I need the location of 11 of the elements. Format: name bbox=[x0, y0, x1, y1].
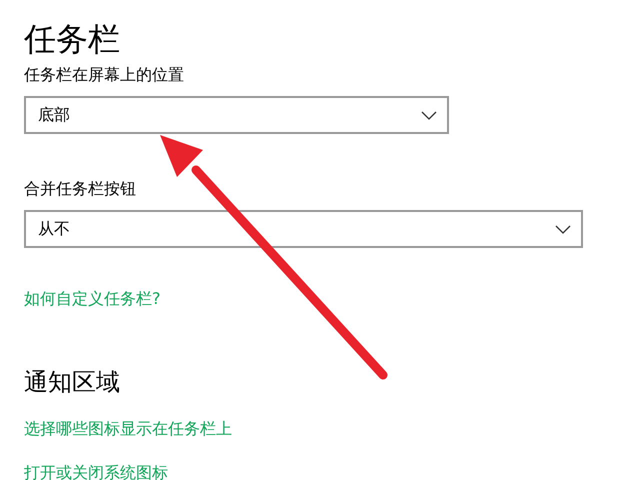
field-label: 任务栏在屏幕上的位置 bbox=[24, 64, 185, 86]
chevron-down-icon bbox=[555, 224, 571, 234]
settings-link[interactable]: 选择哪些图标显示在任务栏上 bbox=[24, 418, 232, 440]
section-heading: 通知区域 bbox=[24, 367, 121, 398]
field-label: 合并任务栏按钮 bbox=[24, 178, 137, 200]
page-title: 任务栏 bbox=[24, 19, 121, 60]
help-link[interactable]: 如何自定义任务栏? bbox=[24, 288, 160, 310]
dropdown[interactable]: 从不 bbox=[24, 210, 583, 248]
dropdown[interactable]: 底部 bbox=[24, 96, 449, 134]
settings-link[interactable]: 打开或关闭系统图标 bbox=[24, 462, 168, 480]
chevron-down-icon bbox=[421, 110, 437, 120]
